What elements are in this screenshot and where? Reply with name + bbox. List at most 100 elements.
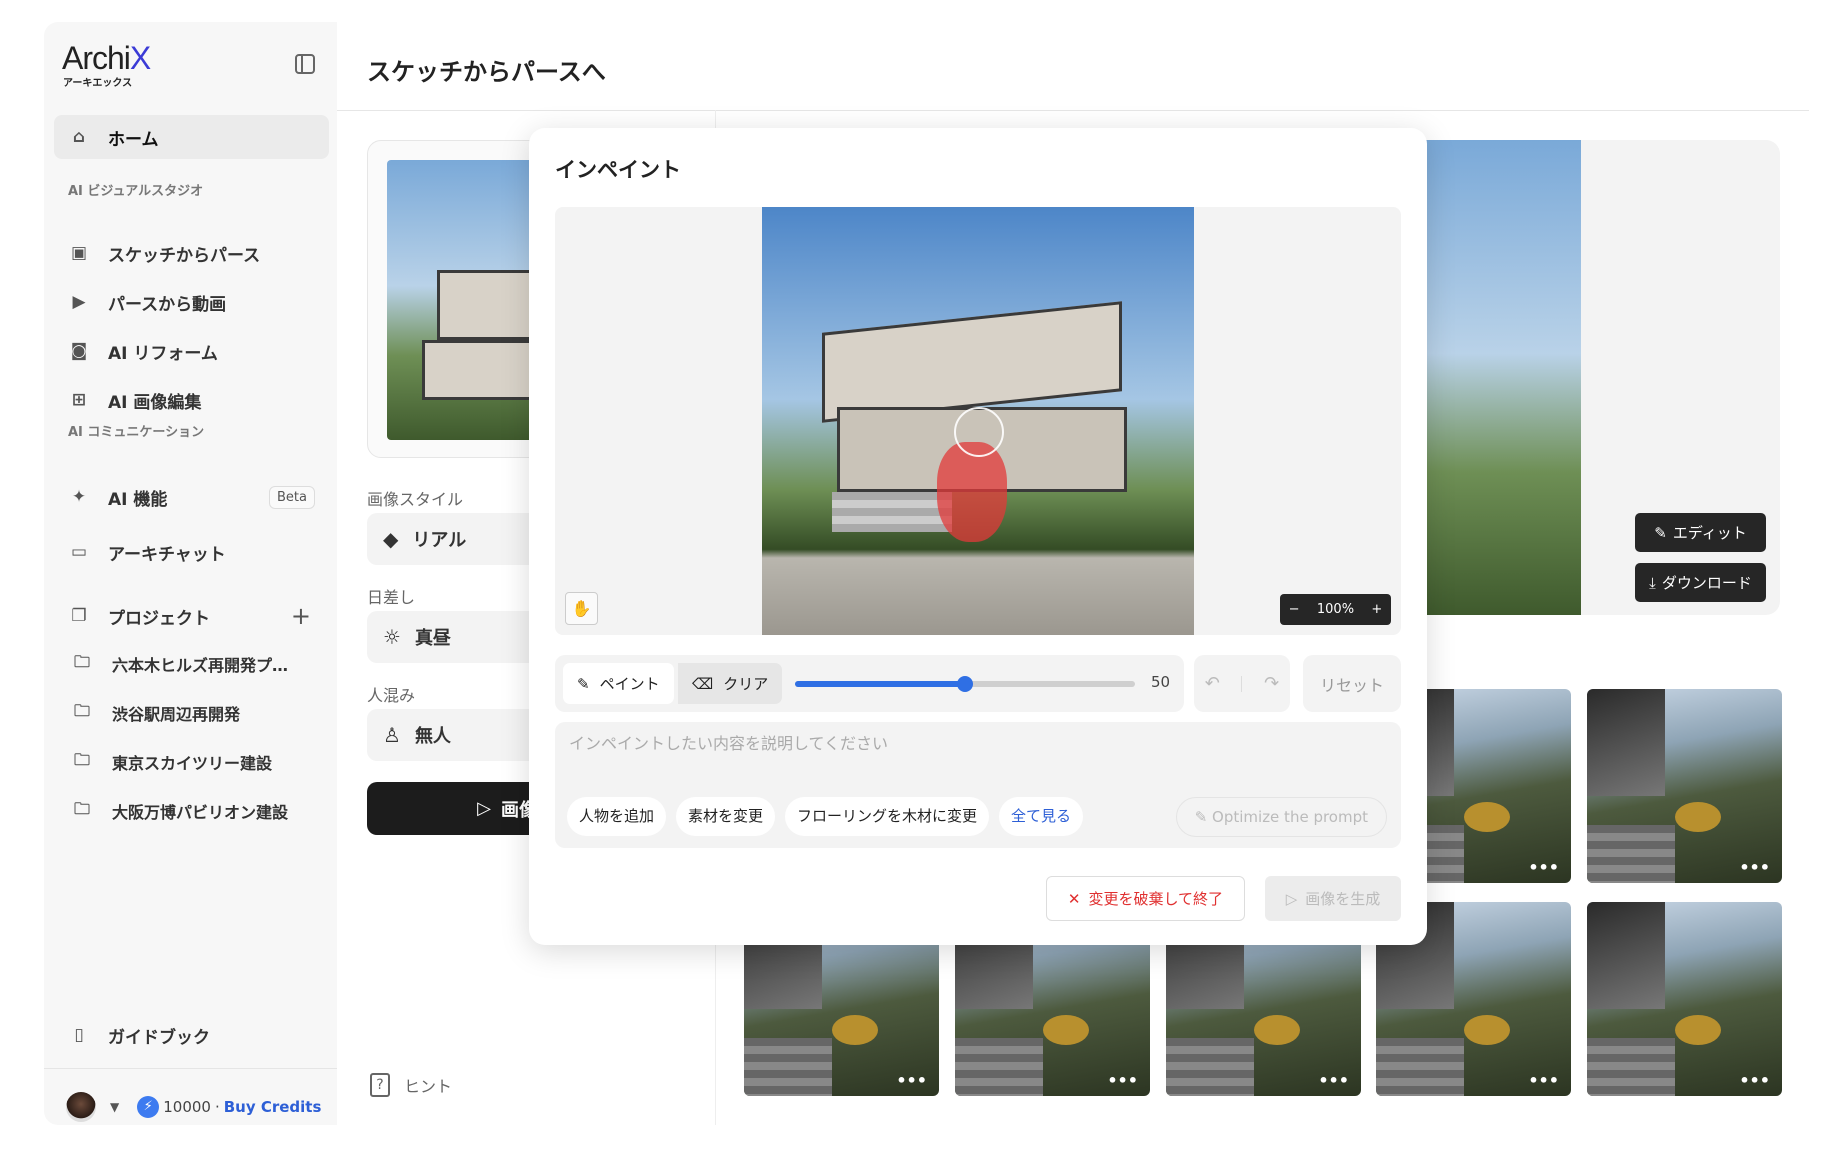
eraser-icon: ⌫ xyxy=(692,674,714,693)
inpaint-prompt-input[interactable] xyxy=(569,734,1369,753)
sidebar: ArchiX アーキエックス ⌂ ホーム AI ビジュアルスタジオ ▣ スケッチから… xyxy=(44,22,337,1125)
add-project-button[interactable]: + xyxy=(291,602,311,630)
hint-button[interactable]: ? ヒント xyxy=(370,1073,452,1097)
more-icon[interactable]: ••• xyxy=(1739,858,1770,877)
nav-label: AI リフォーム xyxy=(108,343,218,364)
download-label: ダウンロード xyxy=(1661,574,1752,592)
beta-badge: Beta xyxy=(269,485,315,509)
crowd-select[interactable]: ♙ 無人 xyxy=(367,709,547,761)
suggestion-chip[interactable]: 人物を追加 xyxy=(567,797,667,836)
thumbnail-art xyxy=(1587,689,1665,796)
pan-hand-button[interactable]: ✋ xyxy=(565,592,598,625)
generate-label: 画像を生成 xyxy=(1305,890,1381,908)
inpaint-modal: インペイント ✋ −100%+ ✎ペイント ⌫クリア 50 ↶↷ リセット 人物… xyxy=(529,128,1427,945)
zoom-in-button[interactable]: + xyxy=(1371,602,1382,617)
nav-label: スケッチからパース xyxy=(108,245,261,266)
undo-redo-group: ↶ ↷ xyxy=(1194,655,1290,712)
thumbnail-art xyxy=(1166,1037,1254,1096)
nav-label: アーキチャット xyxy=(108,544,226,565)
project-label: 東京スカイツリー建設 xyxy=(112,754,273,773)
brush-cursor xyxy=(954,407,1004,457)
sidebar-item-ai-features[interactable]: ✦ AI 機能 Beta xyxy=(54,475,329,519)
optimize-prompt-button[interactable]: ✎ Optimize the prompt xyxy=(1175,797,1387,837)
more-icon[interactable]: ••• xyxy=(896,1071,927,1090)
redo-icon[interactable]: ↷ xyxy=(1264,673,1279,694)
zoom-out-button[interactable]: − xyxy=(1289,602,1300,617)
sidebar-item-perspective-to-video[interactable]: ▶ パースから動画 xyxy=(54,280,329,324)
sunlight-value: 真昼 xyxy=(414,628,451,649)
chat-icon: ▭ xyxy=(70,542,88,562)
download-button[interactable]: ⤓ ダウンロード xyxy=(1635,563,1766,602)
clear-tool-button[interactable]: ⌫ クリア xyxy=(678,663,783,704)
edit-button[interactable]: ✎ エディット xyxy=(1635,513,1766,552)
more-icon[interactable]: ••• xyxy=(1528,858,1559,877)
thumbnail-art xyxy=(1587,1037,1675,1096)
reset-button[interactable]: リセット xyxy=(1303,655,1401,712)
project-item[interactable]: 🗀 大阪万博パビリオン建設 xyxy=(74,791,329,831)
sidebar-item-sketch-to-perspective[interactable]: ▣ スケッチからパース xyxy=(54,231,329,275)
suggestion-chip[interactable]: 素材を変更 xyxy=(676,797,776,836)
inpaint-canvas[interactable]: ✋ − 100% + xyxy=(555,207,1401,635)
thumbnail-art xyxy=(1674,1014,1721,1045)
sidebar-item-ai-image-edit[interactable]: ⊞ AI 画像編集 xyxy=(54,378,329,422)
question-icon: ? xyxy=(370,1073,390,1097)
discard-and-exit-button[interactable]: ✕ 変更を破棄して終了 xyxy=(1046,876,1245,921)
discard-label: 変更を破棄して終了 xyxy=(1088,890,1224,908)
sidebar-item-archichat[interactable]: ▭ アーキチャット xyxy=(54,530,329,574)
buy-credits-link[interactable]: Buy Credits xyxy=(224,1098,322,1116)
nav-label: パースから動画 xyxy=(108,294,227,315)
project-item[interactable]: 🗀 六本木ヒルズ再開発プ… xyxy=(74,644,329,684)
generate-image-button-modal[interactable]: ▷ 画像を生成 xyxy=(1265,876,1401,921)
see-all-link[interactable]: 全て見る xyxy=(999,797,1084,836)
thumbnail-art xyxy=(1042,1014,1089,1045)
sidebar-item-home[interactable]: ⌂ ホーム xyxy=(54,115,329,159)
credits-count: 10000 xyxy=(163,1098,211,1116)
prompt-box: 人物を追加 素材を変更 フローリングを木材に変更 全て見る ✎ Optimize… xyxy=(555,722,1401,848)
generate-image-button[interactable]: ▷ 画像 xyxy=(367,782,547,835)
paint-tool-button[interactable]: ✎ ペイント xyxy=(563,663,674,704)
brush-size-slider[interactable] xyxy=(795,676,1135,692)
lightning-icon: ⚡ xyxy=(137,1096,160,1118)
project-item[interactable]: 🗀 東京スカイツリー建設 xyxy=(74,742,329,782)
play-icon: ▷ xyxy=(1285,889,1298,908)
nav-label: プロジェクト xyxy=(108,608,210,629)
project-item[interactable]: 🗀 渋谷駅周辺再開発 xyxy=(74,693,329,733)
sidebar-toggle-icon[interactable] xyxy=(295,54,315,74)
thumbnail[interactable]: ••• xyxy=(1587,689,1782,883)
chevron-down-icon[interactable]: ▼ xyxy=(110,1100,119,1114)
more-icon[interactable]: ••• xyxy=(1528,1071,1559,1090)
thumbnail-art xyxy=(1587,824,1675,883)
paint-label: ペイント xyxy=(599,675,660,693)
magic-pen-icon: ✎ xyxy=(1194,808,1213,826)
sidebar-item-ai-reform[interactable]: ◙ AI リフォーム xyxy=(54,329,329,373)
folder-icon: 🗀 xyxy=(74,651,91,671)
suggestion-chip[interactable]: フローリングを木材に変更 xyxy=(785,797,990,836)
optimize-label: Optimize the prompt xyxy=(1212,808,1368,826)
sunlight-label: 日差し xyxy=(367,588,416,607)
sidebar-item-projects[interactable]: ❐ プロジェクト + xyxy=(54,594,329,638)
sunlight-select[interactable]: ☼ 真昼 xyxy=(367,611,547,663)
play-icon: ▷ xyxy=(477,798,491,819)
style-label: 画像スタイル xyxy=(367,490,464,509)
more-icon[interactable]: ••• xyxy=(1318,1071,1349,1090)
thumbnail-art xyxy=(1674,801,1721,832)
thumbnail[interactable]: ••• xyxy=(1587,902,1782,1096)
style-select[interactable]: ◆ リアル xyxy=(367,513,547,565)
logo[interactable]: ArchiX xyxy=(62,40,151,77)
hint-label: ヒント xyxy=(404,1077,453,1096)
style-value: リアル xyxy=(412,530,467,551)
sidebar-item-guidebook[interactable]: ▯ ガイドブック xyxy=(54,1013,329,1057)
thumbnail-art xyxy=(1253,1014,1300,1045)
folder-icon: 🗀 xyxy=(74,749,91,769)
sun-icon: ☼ xyxy=(383,625,401,649)
more-icon[interactable]: ••• xyxy=(1107,1071,1138,1090)
more-icon[interactable]: ••• xyxy=(1739,1071,1770,1090)
avatar[interactable] xyxy=(66,1092,96,1122)
brush-toolbar: ✎ ペイント ⌫ クリア 50 xyxy=(555,655,1184,712)
home-icon: ⌂ xyxy=(72,127,86,147)
hand-icon: ✋ xyxy=(571,599,592,618)
thumbnail-art xyxy=(744,1037,832,1096)
slider-handle[interactable] xyxy=(957,676,973,692)
undo-icon[interactable]: ↶ xyxy=(1205,673,1220,694)
crowd-value: 無人 xyxy=(414,726,451,747)
